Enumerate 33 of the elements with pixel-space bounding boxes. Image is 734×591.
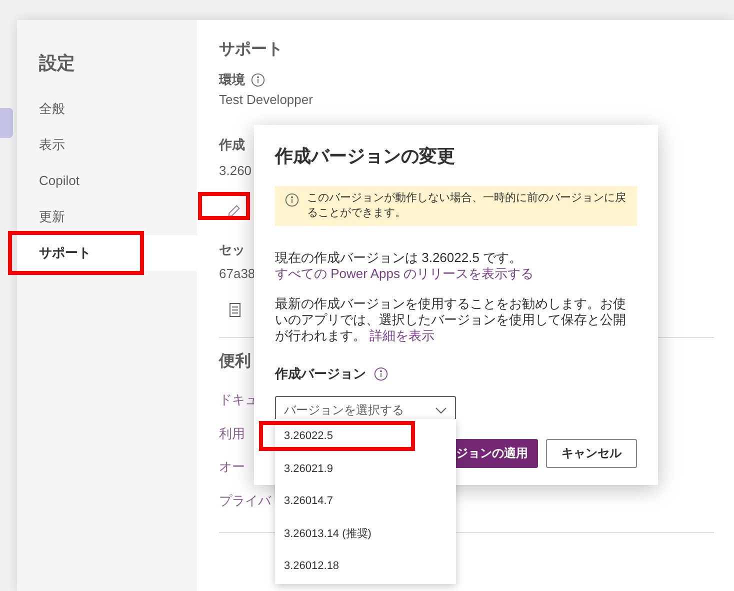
section-heading: 便利 <box>219 352 251 372</box>
resource-link[interactable]: プライバ <box>219 490 271 510</box>
field-value: Test Developper <box>219 90 313 109</box>
dialog-title: 作成バージョンの変更 <box>275 145 456 168</box>
section-heading: サポート <box>219 40 283 60</box>
nav-item[interactable]: Copilot <box>17 163 197 199</box>
field-label: 作成バージョン <box>275 365 366 383</box>
cancel-button[interactable]: キャンセル <box>546 438 637 468</box>
field-value: 3.260 <box>219 162 252 180</box>
info-icon <box>285 193 299 207</box>
releases-link[interactable]: すべての Power Apps のリリースを表示する <box>275 266 534 281</box>
pencil-icon <box>227 204 241 218</box>
settings-title: 設定 <box>39 52 76 75</box>
field-label: 作成 <box>219 136 245 154</box>
document-icon <box>229 303 241 317</box>
details-link[interactable]: 詳細を表示 <box>370 328 435 343</box>
field-value: 67a38 <box>219 264 256 282</box>
resource-link[interactable]: 利用 <box>219 424 245 443</box>
nav-item[interactable]: サポート <box>17 235 197 271</box>
current-version-text: 現在の作成バージョンは 3.26022.5 です。 すべての Power Apps のリリースを表示する <box>275 250 535 282</box>
nav-item[interactable]: 表示 <box>17 127 197 163</box>
info-icon <box>251 72 265 87</box>
info-icon <box>374 366 388 381</box>
notice-text: このバージョンが動作しない場合、一時的に前のバージョンに戻ることができます。 <box>307 191 627 221</box>
nav-item[interactable]: 更新 <box>17 199 197 235</box>
nav-item[interactable]: 全般 <box>17 91 197 127</box>
field-label: セッ <box>219 241 245 259</box>
resource-link[interactable]: オー <box>219 457 245 476</box>
version-option[interactable]: 3.26013.14 (推奨) <box>275 518 456 550</box>
field-label: 環境 <box>219 71 245 89</box>
version-option[interactable]: 3.26014.7 <box>275 485 456 518</box>
version-option[interactable]: 3.26012.18 <box>275 550 456 582</box>
recommendation-text: 最新の作成バージョンを使用することをお勧めします。お使いのアプリでは、選択したバージョンを使用して保存と公開が行われます。 詳細を表示 <box>275 296 627 344</box>
